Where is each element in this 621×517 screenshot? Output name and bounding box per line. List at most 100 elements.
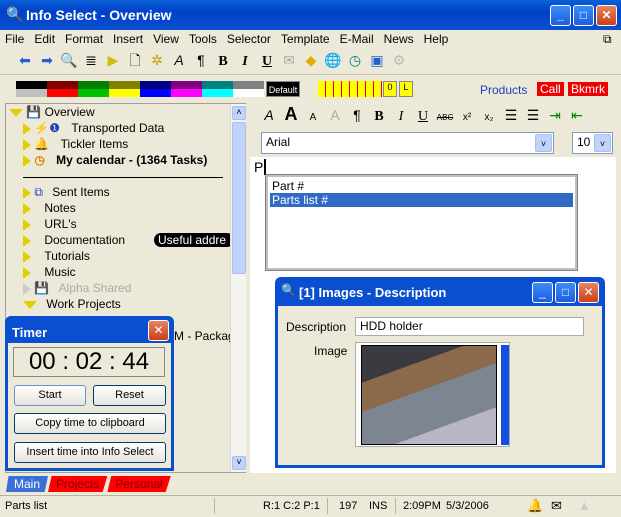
description-field[interactable]: HDD holder: [355, 317, 584, 336]
maximize-button[interactable]: □: [573, 5, 594, 26]
font-icon[interactable]: A: [258, 104, 280, 126]
start-button[interactable]: Start: [14, 385, 86, 406]
minimize-button[interactable]: _: [532, 282, 553, 303]
scroll-down-icon[interactable]: ˅: [232, 456, 246, 470]
menu-view[interactable]: View: [148, 30, 184, 46]
tree-scrollbar[interactable]: ˄ ˅: [230, 104, 246, 472]
bold-icon[interactable]: B: [212, 51, 234, 73]
suggestion-item[interactable]: Part #: [270, 179, 573, 193]
bell-icon[interactable]: 🔔: [527, 498, 543, 514]
strikethrough-icon[interactable]: ABC: [434, 107, 456, 129]
bold-icon[interactable]: B: [368, 106, 390, 128]
color-swatch[interactable]: [47, 89, 78, 97]
color-swatch[interactable]: [140, 89, 171, 97]
font-icon[interactable]: A: [168, 49, 190, 71]
image-field[interactable]: [355, 342, 510, 447]
tree-item-sent[interactable]: ⧉ Sent Items: [23, 185, 110, 200]
paragraph-icon[interactable]: ¶: [190, 49, 212, 71]
menu-tools[interactable]: Tools: [184, 30, 222, 46]
color-swatch[interactable]: [171, 81, 202, 89]
font-select[interactable]: Arial ˅: [261, 132, 554, 154]
underline-icon[interactable]: U: [256, 51, 278, 73]
tree-item-calendar[interactable]: ◷ My calendar - (1364 Tasks): [23, 153, 207, 167]
scroll-up-icon[interactable]: ˄: [232, 106, 246, 120]
new-page-icon[interactable]: 🗋: [124, 49, 146, 71]
menu-help[interactable]: Help: [419, 30, 454, 46]
view-button-l[interactable]: L: [399, 81, 413, 97]
grow-font-icon[interactable]: A: [280, 103, 302, 125]
color-swatch[interactable]: [109, 89, 140, 97]
tree-item-alpha[interactable]: 💾 Alpha Shared: [23, 281, 131, 295]
menu-news[interactable]: News: [379, 30, 419, 46]
tab-call[interactable]: Call: [537, 82, 564, 96]
tree-item-overview[interactable]: 💾 Overview: [9, 105, 95, 119]
reset-button[interactable]: Reset: [93, 385, 166, 406]
minimize-button[interactable]: _: [550, 5, 571, 26]
color-swatch[interactable]: [233, 81, 264, 89]
copy-time-button[interactable]: Copy time to clipboard: [14, 413, 166, 434]
color-swatch[interactable]: [140, 81, 171, 89]
tab-projects[interactable]: Projects: [48, 476, 108, 492]
restore-icon[interactable]: ⧉: [598, 30, 617, 47]
list-icon[interactable]: ≣: [80, 49, 102, 71]
subscript-icon[interactable]: x₂: [478, 107, 500, 129]
tree-item-music[interactable]: Music: [23, 265, 76, 279]
tree-item-tutorials[interactable]: Tutorials: [23, 249, 90, 263]
search-icon[interactable]: 🔍: [58, 49, 80, 71]
superscript-icon[interactable]: x²: [456, 107, 478, 129]
play-icon[interactable]: ▶: [102, 49, 124, 71]
tab-main[interactable]: Main: [6, 476, 49, 492]
tab-personal[interactable]: Personal: [107, 476, 171, 492]
tab-products[interactable]: Products: [480, 83, 527, 97]
back-icon[interactable]: ⬅: [14, 49, 36, 71]
menu-template[interactable]: Template: [276, 30, 335, 46]
menu-format[interactable]: Format: [60, 30, 108, 46]
color-swatch[interactable]: [78, 89, 109, 97]
insert-time-button[interactable]: Insert time into Info Select: [14, 442, 166, 463]
indent-icon[interactable]: ⇥: [544, 104, 566, 126]
chevron-down-icon[interactable]: ˅: [594, 134, 611, 152]
align-left-icon[interactable]: ☰: [522, 104, 544, 126]
color-swatch[interactable]: [109, 81, 140, 89]
clear-format-icon[interactable]: A: [324, 104, 346, 126]
default-color-button[interactable]: Default: [266, 81, 300, 97]
menu-selector[interactable]: Selector: [222, 30, 276, 46]
color-swatch[interactable]: [171, 89, 202, 97]
note-tag[interactable]: Useful addre: [154, 233, 234, 247]
view-button-0[interactable]: 0: [383, 81, 397, 97]
italic-icon[interactable]: I: [390, 106, 412, 128]
color-swatch[interactable]: [233, 89, 264, 97]
tag-icon[interactable]: ◆: [300, 49, 322, 71]
underline-icon[interactable]: U: [412, 106, 434, 128]
tree-item-work[interactable]: Work Projects: [23, 297, 121, 311]
scroll-thumb[interactable]: [232, 122, 246, 274]
send-icon[interactable]: ✉: [278, 49, 300, 71]
italic-icon[interactable]: I: [234, 51, 256, 73]
bug-icon[interactable]: ✲: [146, 49, 168, 71]
align-center-icon[interactable]: ☰: [500, 104, 522, 126]
image-scrollbar[interactable]: [501, 345, 509, 445]
clock-icon[interactable]: ◷: [344, 49, 366, 71]
suggestion-item-selected[interactable]: Parts list #: [270, 193, 573, 207]
tab-bkmrk[interactable]: Bkmrk: [568, 82, 608, 96]
layout-grid-button[interactable]: [318, 81, 382, 97]
mail-icon[interactable]: ✉: [551, 498, 562, 514]
shrink-font-icon[interactable]: A: [302, 107, 324, 129]
chevron-down-icon[interactable]: ˅: [535, 134, 552, 152]
color-swatch[interactable]: [202, 81, 233, 89]
close-button[interactable]: ✕: [596, 5, 617, 26]
font-size-select[interactable]: 10 ˅: [572, 132, 613, 154]
globe-icon[interactable]: 🌐: [322, 49, 344, 71]
menu-edit[interactable]: Edit: [29, 30, 60, 46]
tree-item-urls[interactable]: URL's: [23, 217, 77, 231]
tree-item-notes[interactable]: Notes: [23, 201, 76, 215]
timer-close-button[interactable]: ✕: [148, 320, 169, 341]
card-icon[interactable]: ▣: [366, 49, 388, 71]
tree-item-package[interactable]: M - Packag: [174, 329, 235, 343]
color-swatch[interactable]: [47, 81, 78, 89]
tree-item-tickler[interactable]: 🔔 Tickler Items: [23, 137, 128, 151]
forward-icon[interactable]: ➡: [36, 49, 58, 71]
maximize-button[interactable]: □: [555, 282, 576, 303]
tree-item-documentation[interactable]: Documentation: [23, 233, 125, 247]
menu-file[interactable]: File: [0, 30, 29, 46]
